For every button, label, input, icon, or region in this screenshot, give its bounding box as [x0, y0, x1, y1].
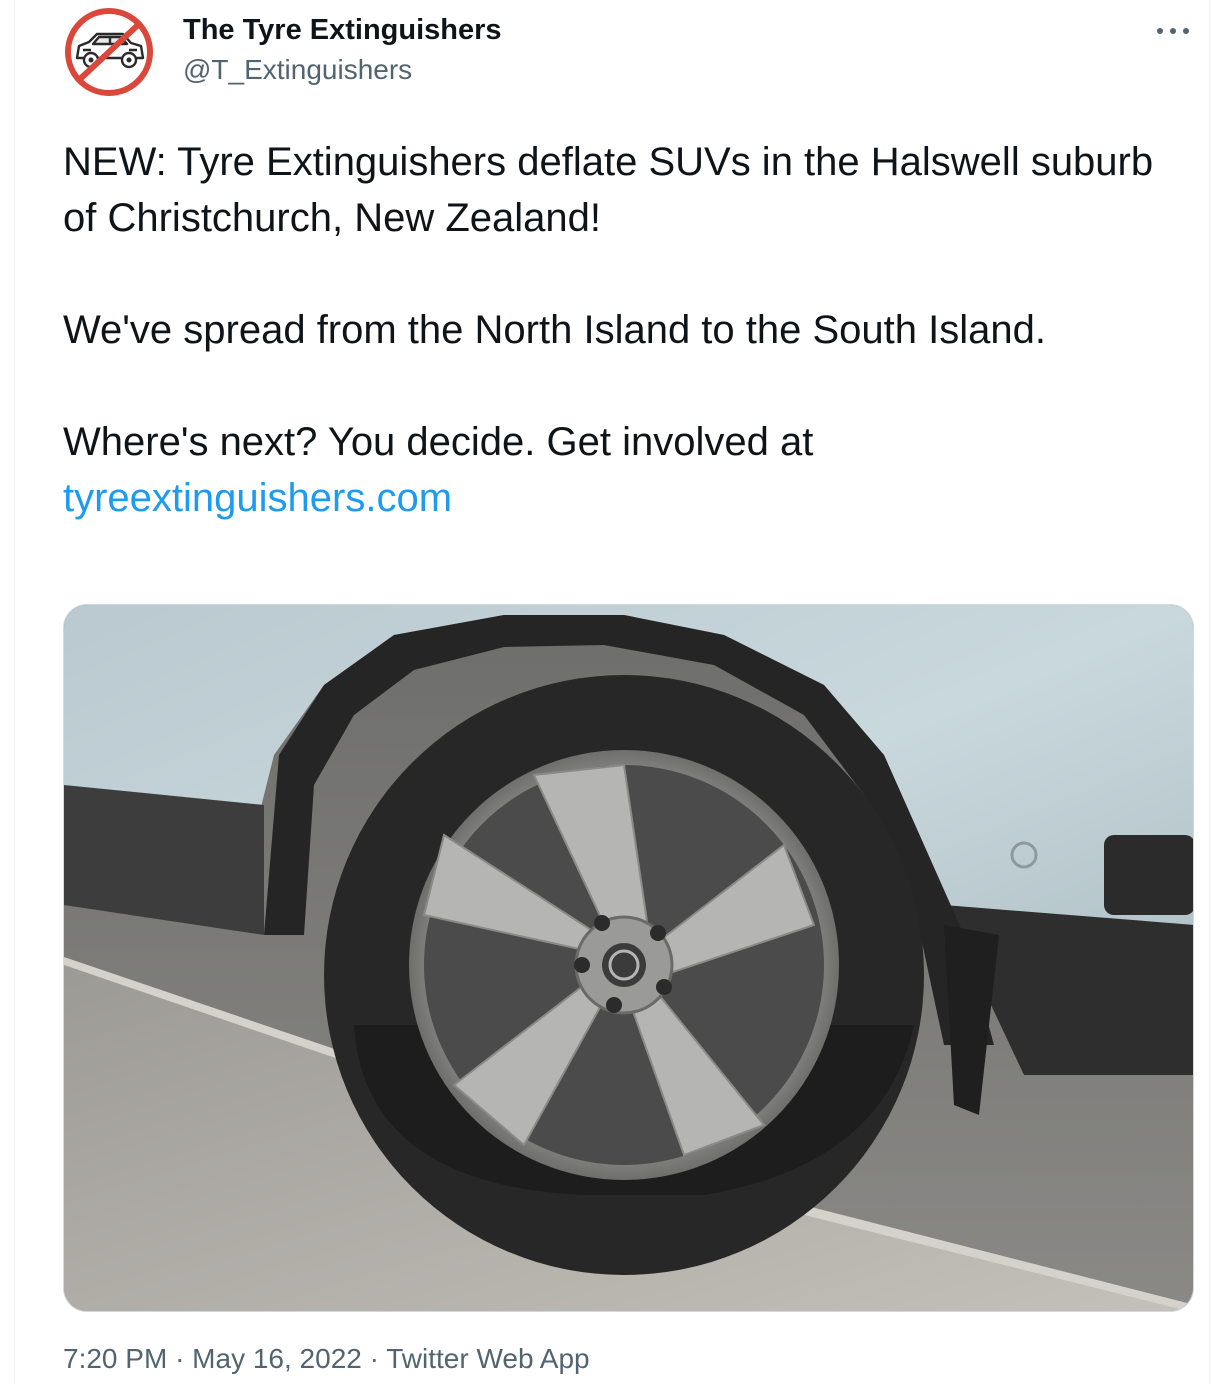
deflated-suv-tyre-photo: [64, 605, 1193, 1311]
tweet-paragraph-1: NEW: Tyre Extinguishers deflate SUVs in …: [63, 140, 1154, 240]
tweet-paragraph-3-text: Where's next? You decide. Get involved a…: [63, 420, 814, 464]
no-suv-icon: [63, 6, 155, 98]
website-link[interactable]: tyreextinguishers.com: [63, 476, 452, 520]
profile-avatar[interactable]: [63, 6, 155, 98]
tweet-source[interactable]: Twitter Web App: [386, 1343, 589, 1374]
author-handle[interactable]: @T_Extinguishers: [183, 54, 412, 86]
tweet-paragraph-3: Where's next? You decide. Get involved a…: [63, 414, 1183, 526]
author-display-name[interactable]: The Tyre Extinguishers: [183, 14, 502, 47]
tweet-photo[interactable]: [63, 604, 1194, 1312]
meta-separator: ·: [175, 1343, 185, 1374]
tweet-date[interactable]: May 16, 2022: [192, 1343, 362, 1374]
tweet-text: NEW: Tyre Extinguishers deflate SUVs in …: [63, 134, 1183, 526]
tweet-card: The Tyre Extinguishers @T_Extinguishers …: [14, 0, 1210, 1384]
meta-separator-2: ·: [369, 1343, 379, 1374]
more-options-button[interactable]: [1151, 16, 1195, 46]
tweet-metadata: 7:20 PM · May 16, 2022 · Twitter Web App: [63, 1343, 590, 1375]
tweet-paragraph-2: We've spread from the North Island to th…: [63, 308, 1046, 352]
more-options-icon: [1157, 28, 1189, 34]
tweet-time[interactable]: 7:20 PM: [63, 1343, 167, 1374]
